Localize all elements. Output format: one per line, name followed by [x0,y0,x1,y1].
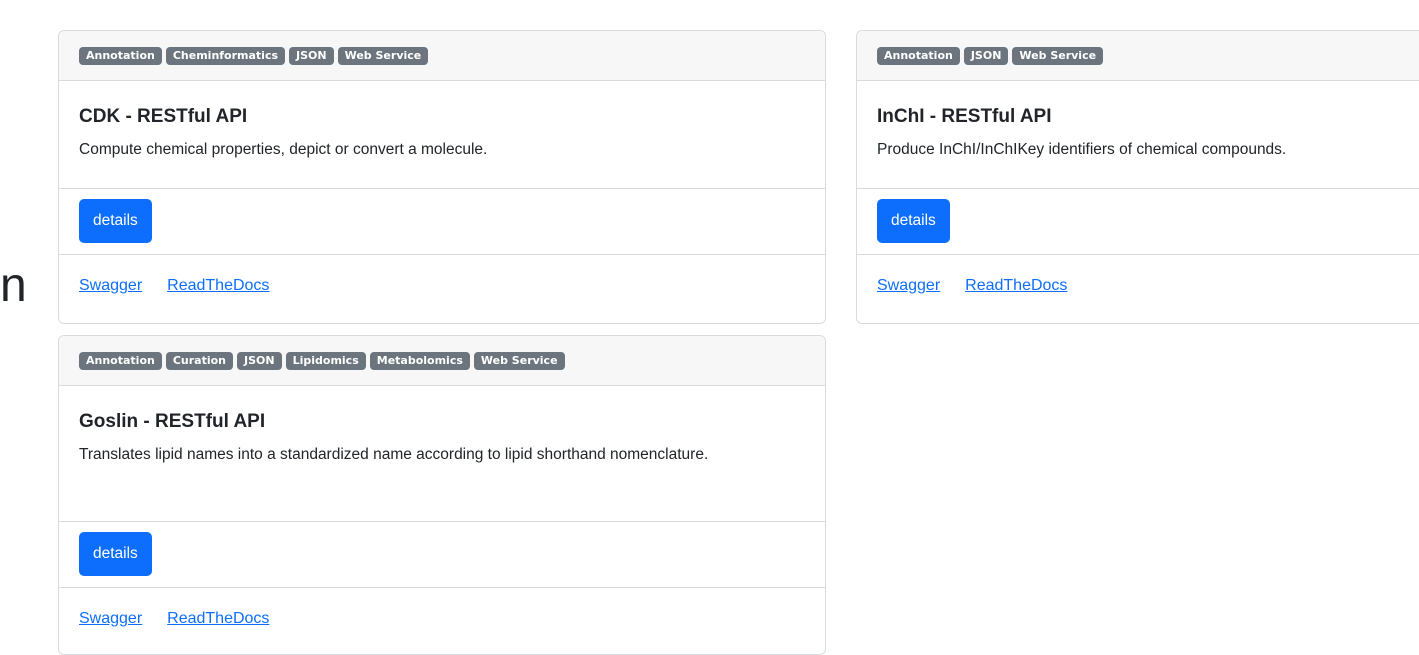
swagger-link[interactable]: Swagger [877,277,940,295]
tag-badge[interactable]: JSON [963,47,1009,65]
clipped-heading-fragment: n [0,259,27,312]
card-actions: details [857,189,1419,255]
card-title: InChI - RESTful API [877,106,1052,127]
readthedocs-link[interactable]: ReadTheDocs [965,277,1067,295]
tool-card-goslin: Annotation Curation JSON Lipidomics Meta… [58,335,826,655]
tag-badge[interactable]: Lipidomics [285,352,366,370]
readthedocs-link[interactable]: ReadTheDocs [167,277,269,295]
tag-list: Annotation Curation JSON Lipidomics Meta… [59,336,825,386]
card-description: Translates lipid names into a standardiz… [79,446,709,463]
tag-badge[interactable]: Cheminformatics [165,47,286,65]
card-actions: details [59,522,825,588]
tag-list: Annotation Cheminformatics JSON Web Serv… [59,31,825,81]
details-button[interactable]: details [79,199,152,243]
swagger-link[interactable]: Swagger [79,277,142,295]
tag-badge[interactable]: Annotation [877,47,960,65]
tool-card-cdk: Annotation Cheminformatics JSON Web Serv… [58,30,826,324]
tag-badge[interactable]: JSON [237,352,282,370]
tag-badge[interactable]: JSON [289,47,334,65]
details-button[interactable]: details [79,532,152,576]
card-links: Swagger ReadTheDocs [857,255,1419,295]
card-description: Produce InChI/InChIKey identifiers of ch… [877,141,1287,158]
card-links: Swagger ReadTheDocs [59,255,825,295]
tag-badge[interactable]: Metabolomics [369,352,470,370]
card-links: Swagger ReadTheDocs [59,588,825,628]
card-body: InChI - RESTful API Produce InChI/InChIK… [857,81,1419,189]
tag-badge[interactable]: Web Service [1012,47,1104,65]
details-button[interactable]: details [877,199,950,243]
swagger-link[interactable]: Swagger [79,610,142,628]
readthedocs-link[interactable]: ReadTheDocs [167,610,269,628]
tag-badge[interactable]: Web Service [473,352,565,370]
tag-badge[interactable]: Web Service [337,47,429,65]
card-title: Goslin - RESTful API [79,411,266,432]
card-body: CDK - RESTful API Compute chemical prope… [59,81,825,189]
card-title: CDK - RESTful API [79,106,248,127]
tool-card-inchi: Annotation JSON Web Service InChI - REST… [856,30,1419,324]
tag-badge[interactable]: Annotation [79,352,162,370]
card-body: Goslin - RESTful API Translates lipid na… [59,386,825,522]
card-actions: details [59,189,825,255]
tag-badge[interactable]: Annotation [79,47,162,65]
tag-list: Annotation JSON Web Service [857,31,1419,81]
card-description: Compute chemical properties, depict or c… [79,141,488,158]
tag-badge[interactable]: Curation [165,352,234,370]
